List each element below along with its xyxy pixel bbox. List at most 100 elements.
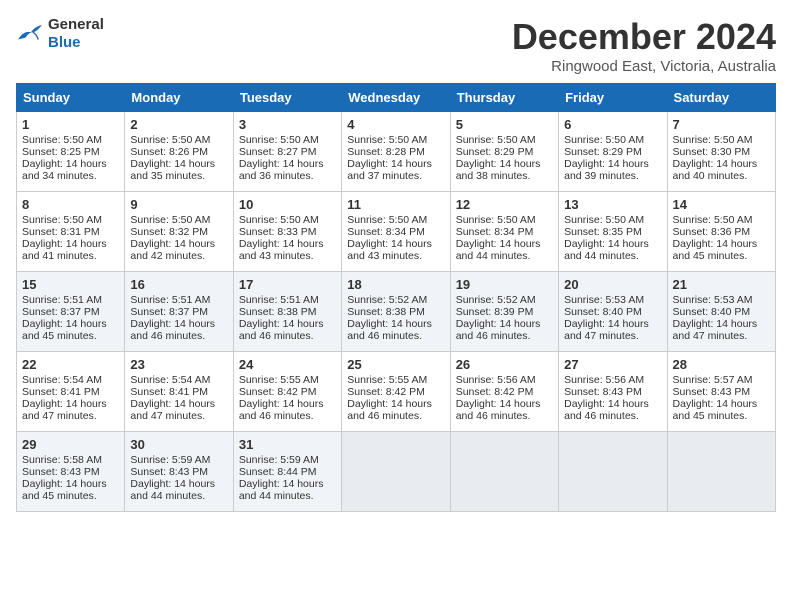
sunset-text: Sunset: 8:42 PM [456,386,553,398]
calendar-day-cell: 19Sunrise: 5:52 AMSunset: 8:39 PMDayligh… [450,272,558,352]
sunrise-text: Sunrise: 5:54 AM [22,374,119,386]
daylight-hours-text: Daylight: 14 hours [564,318,661,330]
sunrise-text: Sunrise: 5:51 AM [239,294,336,306]
day-number: 1 [22,117,119,132]
day-number: 20 [564,277,661,292]
daylight-hours-text: Daylight: 14 hours [564,398,661,410]
day-number: 22 [22,357,119,372]
logo-icon [16,23,44,45]
daylight-hours-text: Daylight: 14 hours [130,238,227,250]
sunset-text: Sunset: 8:38 PM [239,306,336,318]
daylight-hours-text: Daylight: 14 hours [347,158,444,170]
sunset-text: Sunset: 8:41 PM [130,386,227,398]
calendar-day-cell: 30Sunrise: 5:59 AMSunset: 8:43 PMDayligh… [125,432,233,512]
daylight-hours-text: Daylight: 14 hours [239,478,336,490]
daylight-minutes-text: and 45 minutes. [673,250,770,262]
daylight-minutes-text: and 45 minutes. [22,330,119,342]
sunrise-text: Sunrise: 5:59 AM [239,454,336,466]
daylight-hours-text: Daylight: 14 hours [564,238,661,250]
day-number: 11 [347,197,444,212]
calendar-header-row: SundayMondayTuesdayWednesdayThursdayFrid… [17,84,776,112]
calendar-day-cell: 17Sunrise: 5:51 AMSunset: 8:38 PMDayligh… [233,272,341,352]
daylight-hours-text: Daylight: 14 hours [347,238,444,250]
daylight-hours-text: Daylight: 14 hours [239,158,336,170]
daylight-hours-text: Daylight: 14 hours [22,478,119,490]
daylight-hours-text: Daylight: 14 hours [130,478,227,490]
calendar-day-cell: 15Sunrise: 5:51 AMSunset: 8:37 PMDayligh… [17,272,125,352]
sunrise-text: Sunrise: 5:55 AM [239,374,336,386]
daylight-minutes-text: and 42 minutes. [130,250,227,262]
daylight-minutes-text: and 47 minutes. [564,330,661,342]
calendar-day-cell: 16Sunrise: 5:51 AMSunset: 8:37 PMDayligh… [125,272,233,352]
sunrise-text: Sunrise: 5:50 AM [564,214,661,226]
daylight-minutes-text: and 44 minutes. [456,250,553,262]
sunrise-text: Sunrise: 5:50 AM [564,134,661,146]
calendar-day-cell: 1Sunrise: 5:50 AMSunset: 8:25 PMDaylight… [17,112,125,192]
daylight-minutes-text: and 47 minutes. [673,330,770,342]
sunset-text: Sunset: 8:35 PM [564,226,661,238]
calendar-day-cell: 21Sunrise: 5:53 AMSunset: 8:40 PMDayligh… [667,272,775,352]
sunrise-text: Sunrise: 5:50 AM [456,134,553,146]
daylight-minutes-text: and 35 minutes. [130,170,227,182]
calendar-day-cell: 27Sunrise: 5:56 AMSunset: 8:43 PMDayligh… [559,352,667,432]
daylight-hours-text: Daylight: 14 hours [22,318,119,330]
calendar-day-cell [450,432,558,512]
daylight-minutes-text: and 43 minutes. [239,250,336,262]
calendar-week-row: 15Sunrise: 5:51 AMSunset: 8:37 PMDayligh… [17,272,776,352]
sunrise-text: Sunrise: 5:56 AM [564,374,661,386]
daylight-hours-text: Daylight: 14 hours [347,318,444,330]
sunset-text: Sunset: 8:31 PM [22,226,119,238]
sunset-text: Sunset: 8:34 PM [347,226,444,238]
calendar-week-row: 8Sunrise: 5:50 AMSunset: 8:31 PMDaylight… [17,192,776,272]
daylight-hours-text: Daylight: 14 hours [673,158,770,170]
sunset-text: Sunset: 8:38 PM [347,306,444,318]
title-block: December 2024 Ringwood East, Victoria, A… [512,16,776,75]
sunrise-text: Sunrise: 5:53 AM [673,294,770,306]
day-number: 26 [456,357,553,372]
logo-text: General Blue [48,16,104,52]
location-subtitle: Ringwood East, Victoria, Australia [512,58,776,75]
daylight-hours-text: Daylight: 14 hours [673,398,770,410]
logo: General Blue [16,16,104,52]
daylight-minutes-text: and 45 minutes. [22,490,119,502]
sunrise-text: Sunrise: 5:55 AM [347,374,444,386]
daylight-hours-text: Daylight: 14 hours [239,238,336,250]
sunrise-text: Sunrise: 5:50 AM [347,214,444,226]
sunset-text: Sunset: 8:27 PM [239,146,336,158]
sunrise-text: Sunrise: 5:53 AM [564,294,661,306]
sunset-text: Sunset: 8:32 PM [130,226,227,238]
day-number: 19 [456,277,553,292]
day-header-thursday: Thursday [450,84,558,112]
day-number: 24 [239,357,336,372]
daylight-hours-text: Daylight: 14 hours [239,398,336,410]
daylight-hours-text: Daylight: 14 hours [130,398,227,410]
daylight-minutes-text: and 44 minutes. [130,490,227,502]
sunrise-text: Sunrise: 5:50 AM [130,214,227,226]
sunset-text: Sunset: 8:29 PM [456,146,553,158]
month-title: December 2024 [512,16,776,58]
calendar-day-cell: 20Sunrise: 5:53 AMSunset: 8:40 PMDayligh… [559,272,667,352]
sunset-text: Sunset: 8:43 PM [22,466,119,478]
day-number: 6 [564,117,661,132]
calendar-day-cell: 18Sunrise: 5:52 AMSunset: 8:38 PMDayligh… [342,272,450,352]
sunset-text: Sunset: 8:41 PM [22,386,119,398]
sunset-text: Sunset: 8:42 PM [239,386,336,398]
sunset-text: Sunset: 8:29 PM [564,146,661,158]
sunrise-text: Sunrise: 5:50 AM [22,214,119,226]
day-number: 23 [130,357,227,372]
sunset-text: Sunset: 8:42 PM [347,386,444,398]
calendar-day-cell: 10Sunrise: 5:50 AMSunset: 8:33 PMDayligh… [233,192,341,272]
day-number: 5 [456,117,553,132]
sunrise-text: Sunrise: 5:58 AM [22,454,119,466]
day-number: 9 [130,197,227,212]
daylight-minutes-text: and 38 minutes. [456,170,553,182]
day-number: 4 [347,117,444,132]
sunrise-text: Sunrise: 5:50 AM [22,134,119,146]
daylight-minutes-text: and 46 minutes. [564,410,661,422]
day-header-sunday: Sunday [17,84,125,112]
daylight-minutes-text: and 46 minutes. [130,330,227,342]
daylight-minutes-text: and 34 minutes. [22,170,119,182]
calendar-day-cell: 6Sunrise: 5:50 AMSunset: 8:29 PMDaylight… [559,112,667,192]
calendar-day-cell: 8Sunrise: 5:50 AMSunset: 8:31 PMDaylight… [17,192,125,272]
day-header-monday: Monday [125,84,233,112]
